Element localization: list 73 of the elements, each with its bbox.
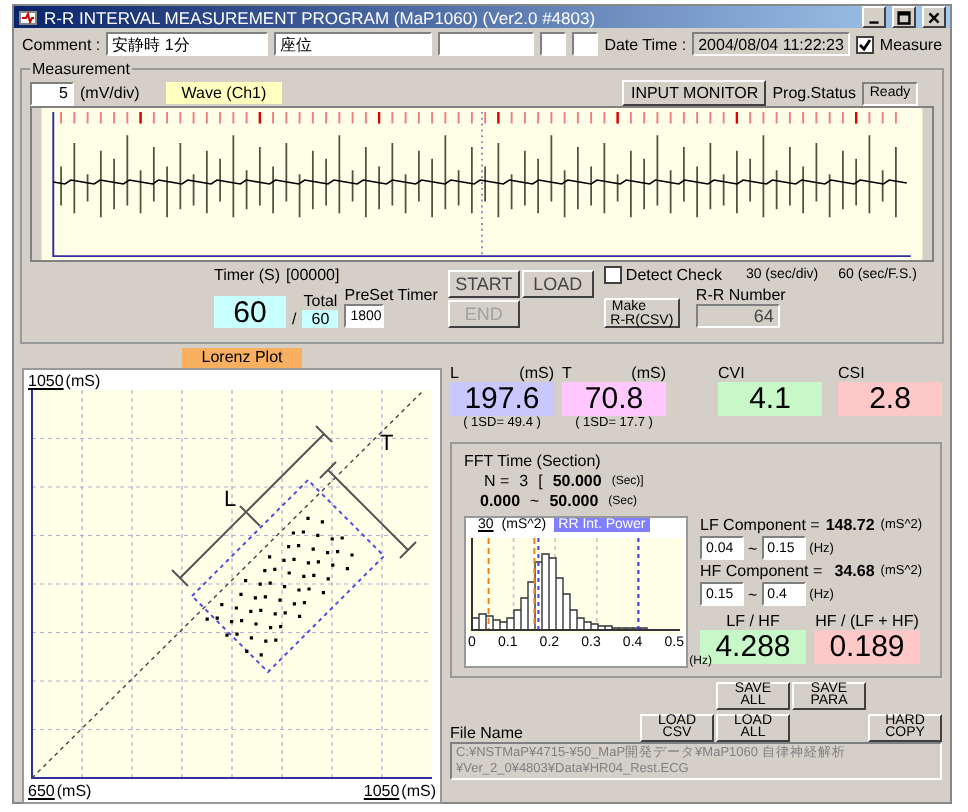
ratio-label: HF / (LF + HF) — [815, 612, 919, 630]
minimize-icon — [869, 20, 879, 23]
n-label: N = — [484, 472, 510, 490]
window-title: R-R INTERVAL MEASUREMENT PROGRAM (MaP1060) (Ver2.0 #4803) — [44, 7, 598, 27]
rr-number-label: R-R Number — [695, 286, 786, 304]
metric-label: L — [450, 364, 459, 382]
measure-label: Measure — [879, 35, 943, 53]
axis-label: 1050 — [363, 782, 400, 800]
comment-field[interactable]: 安静時 1分 — [106, 32, 268, 56]
date-time-field: 2004/08/04 11:22:23 — [692, 32, 850, 56]
measure-checkbox[interactable] — [855, 35, 874, 53]
scale-unit-label: (mV/div) — [80, 84, 140, 102]
comment-field[interactable] — [437, 32, 535, 56]
timer-value: 60 — [214, 296, 286, 328]
tilde: ~ — [748, 539, 758, 557]
rr-number-field: 64 — [695, 304, 780, 328]
unit-label: (mS) — [401, 782, 436, 800]
t-axis-label: T — [380, 432, 394, 456]
lf-label: LF Component = — [700, 516, 820, 534]
lorenz-plot-tab[interactable]: Lorenz Plot — [181, 348, 303, 368]
input-monitor-button[interactable]: INPUT MONITOR — [622, 80, 767, 106]
detect-checkbox[interactable] — [603, 266, 622, 284]
metric-value: 197.6 — [450, 382, 554, 416]
control-button[interactable]: START — [447, 270, 520, 298]
scale-field[interactable]: 5 — [30, 81, 74, 105]
metric-value: 4.1 — [718, 382, 822, 416]
metric-value: 70.8 — [562, 382, 666, 416]
status-label: Prog.Status — [772, 84, 856, 102]
axis-label: 650 — [28, 782, 55, 800]
l-axis-label: L — [224, 488, 237, 512]
wave-channel-label: Wave (Ch1) — [165, 82, 283, 104]
timer-code: [00000] — [286, 266, 340, 284]
metric-label: CSI — [838, 364, 865, 382]
hf-label: HF Component = — [700, 562, 823, 580]
total-label: Total — [303, 292, 338, 310]
unit-label: (mS) — [519, 364, 554, 382]
slash: / — [292, 310, 297, 328]
section-start: 0.000 — [480, 492, 521, 510]
tilde: ~ — [530, 492, 540, 510]
metric-value: 2.8 — [838, 382, 942, 416]
n-value: 3 — [519, 472, 529, 490]
detect-check-label: Detect Check — [625, 266, 722, 284]
unit-label: (mS) — [631, 364, 666, 382]
ratio-value: 0.189 — [814, 630, 920, 664]
hf-value: 34.68 — [834, 562, 875, 580]
metric-label: CVI — [718, 364, 745, 382]
comment-field[interactable] — [540, 32, 567, 56]
axis-label: 1050 — [28, 372, 64, 390]
section-end: 50.000 — [549, 492, 599, 510]
unit-label: (mS) — [56, 782, 92, 800]
fft-title: FFT Time (Section) — [464, 452, 603, 470]
ratio-label: LF / HF — [726, 612, 780, 630]
lf-value: 148.72 — [825, 516, 875, 534]
bracket: [ — [538, 472, 543, 490]
file-name-label: File Name — [450, 724, 525, 742]
date-time-label: Date Time : — [604, 35, 687, 53]
timer-label: Timer (S) — [214, 266, 281, 284]
tilde: ~ — [748, 585, 758, 603]
total-value: 60 — [302, 310, 339, 328]
minimize-button[interactable] — [862, 6, 886, 28]
measurement-group-title: Measurement — [30, 60, 132, 78]
comment-field[interactable]: 座位 — [273, 32, 432, 56]
control-button[interactable]: LOAD — [521, 270, 594, 298]
section-length: 50.000 — [552, 472, 602, 490]
maximize-button[interactable] — [892, 6, 916, 28]
maximize-icon — [897, 10, 911, 24]
comment-label: Comment : — [22, 35, 101, 53]
close-button[interactable] — [922, 6, 946, 28]
metric-label: T — [562, 364, 572, 382]
comment-field[interactable] — [572, 32, 599, 56]
close-icon — [928, 11, 940, 23]
unit-label: (mS) — [65, 372, 101, 390]
preset-timer-label: PreSet Timer — [344, 286, 438, 304]
